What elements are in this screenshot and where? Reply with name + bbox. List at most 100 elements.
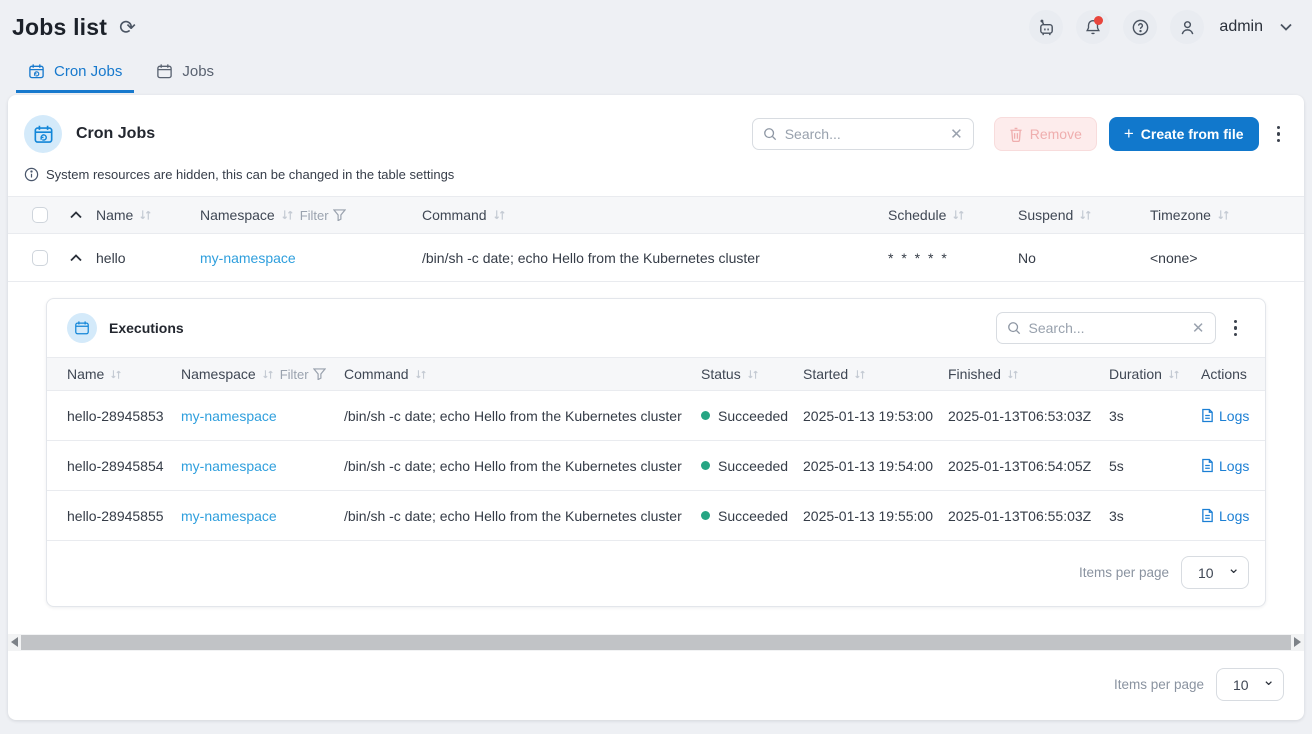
namespace-link[interactable]: my-namespace (200, 250, 296, 266)
namespace-filter[interactable]: Filter (280, 367, 326, 382)
executions-table-header: Name Namespace Filter Command Status (47, 357, 1265, 391)
items-per-page-select-wrap: 10 (1181, 556, 1249, 589)
clear-search-icon[interactable]: ✕ (950, 125, 963, 143)
create-from-file-button[interactable]: + Create from file (1109, 117, 1259, 151)
executions-search-input[interactable] (1029, 320, 1184, 336)
status-text: Succeeded (718, 508, 788, 524)
user-avatar[interactable] (1170, 10, 1204, 44)
namespace-link[interactable]: my-namespace (181, 458, 277, 474)
notice-text: System resources are hidden, this can be… (46, 167, 454, 182)
logs-button[interactable]: Logs (1201, 508, 1265, 524)
panel-title: Cron Jobs (76, 125, 155, 143)
sort-icon (747, 369, 759, 380)
column-header-schedule[interactable]: Schedule (888, 207, 1018, 223)
info-icon (24, 167, 39, 182)
cron-search: ✕ (752, 118, 974, 150)
refresh-icon[interactable]: ⟳ (119, 18, 136, 38)
status-dot (701, 461, 710, 470)
search-icon (1007, 321, 1021, 335)
execution-started: 2025-01-13 19:54:00 (803, 458, 948, 474)
cron-calendar-icon (28, 63, 45, 80)
sort-icon (110, 369, 122, 380)
topbar: Jobs list ⟳ (0, 0, 1312, 46)
tab-label: Jobs (182, 63, 214, 80)
cron-search-input[interactable] (785, 126, 942, 142)
chevron-down-icon[interactable] (1280, 23, 1292, 31)
column-header-name[interactable]: Name (47, 366, 181, 382)
cron-name: hello (96, 250, 200, 266)
clear-search-icon[interactable]: ✕ (1192, 319, 1205, 337)
remove-button[interactable]: Remove (994, 117, 1097, 151)
column-header-status[interactable]: Status (701, 366, 803, 382)
namespace-filter[interactable]: Filter (300, 208, 346, 223)
user-name[interactable]: admin (1219, 18, 1263, 36)
items-per-page-label: Items per page (1114, 677, 1204, 692)
execution-duration: 3s (1109, 508, 1201, 524)
items-per-page-select[interactable]: 10 (1181, 556, 1249, 589)
cron-job-row: hello my-namespace /bin/sh -c date; echo… (8, 234, 1304, 282)
execution-name: hello-28945854 (47, 458, 181, 474)
column-header-command[interactable]: Command (422, 207, 888, 223)
tab-jobs[interactable]: Jobs (144, 54, 226, 93)
sort-icon (1168, 369, 1180, 380)
cron-schedule: * * * * * (888, 250, 1018, 266)
scrollbar-thumb[interactable] (21, 635, 1291, 650)
tab-cron-jobs[interactable]: Cron Jobs (16, 54, 134, 93)
panel-menu-button[interactable] (1269, 120, 1289, 149)
system-resources-notice: System resources are hidden, this can be… (8, 167, 1304, 196)
sort-icon (854, 369, 866, 380)
funnel-icon (313, 368, 326, 380)
expanded-row-section: Executions ✕ Name Namespace (8, 282, 1304, 607)
executions-menu-button[interactable] (1226, 314, 1246, 343)
trash-icon (1009, 127, 1023, 142)
execution-started: 2025-01-13 19:55:00 (803, 508, 948, 524)
tab-label: Cron Jobs (54, 63, 122, 80)
row-checkbox[interactable] (32, 250, 48, 266)
create-label: Create from file (1141, 126, 1244, 142)
column-header-namespace[interactable]: Namespace Filter (181, 366, 344, 382)
status-dot (701, 411, 710, 420)
tab-bar: Cron Jobs Jobs (0, 54, 1312, 93)
column-header-duration[interactable]: Duration (1109, 366, 1201, 382)
column-header-suspend[interactable]: Suspend (1018, 207, 1150, 223)
person-icon (1178, 18, 1197, 37)
notifications-button[interactable] (1076, 10, 1110, 44)
scrollbar-left-arrow[interactable] (11, 637, 18, 647)
execution-name: hello-28945853 (47, 408, 181, 424)
search-icon (763, 127, 777, 141)
items-per-page-select[interactable]: 10 (1216, 668, 1284, 701)
scrollbar-right-arrow[interactable] (1294, 637, 1301, 647)
collapse-all-chevron[interactable] (56, 211, 96, 219)
collapse-row-chevron[interactable] (56, 254, 96, 262)
column-header-name[interactable]: Name (96, 207, 200, 223)
namespace-link[interactable]: my-namespace (181, 508, 277, 524)
remove-label: Remove (1030, 126, 1082, 142)
column-header-started[interactable]: Started (803, 366, 948, 382)
execution-finished: 2025-01-13T06:55:03Z (948, 508, 1109, 524)
executions-panel: Executions ✕ Name Namespace (46, 298, 1266, 607)
execution-row: hello-28945855 my-namespace /bin/sh -c d… (47, 491, 1265, 541)
column-header-timezone[interactable]: Timezone (1150, 207, 1304, 223)
execution-duration: 5s (1109, 458, 1201, 474)
sort-icon (262, 369, 274, 380)
sort-icon (1217, 209, 1230, 221)
execution-started: 2025-01-13 19:53:00 (803, 408, 948, 424)
execution-command: /bin/sh -c date; echo Hello from the Kub… (344, 458, 701, 474)
column-header-finished[interactable]: Finished (948, 366, 1109, 382)
column-header-namespace[interactable]: Namespace Filter (200, 207, 422, 223)
calendar-icon (156, 63, 173, 80)
document-icon (1201, 408, 1214, 423)
logs-button[interactable]: Logs (1201, 408, 1265, 424)
assistant-button[interactable] (1029, 10, 1063, 44)
cron-table-header: Name Namespace Filter Command Schedule S… (8, 196, 1304, 234)
help-button[interactable] (1123, 10, 1157, 44)
column-header-command[interactable]: Command (344, 366, 701, 382)
sort-icon (281, 209, 294, 221)
logs-button[interactable]: Logs (1201, 458, 1265, 474)
cron-jobs-panel-icon (24, 115, 62, 153)
select-all-checkbox[interactable] (32, 207, 48, 223)
namespace-link[interactable]: my-namespace (181, 408, 277, 424)
execution-duration: 3s (1109, 408, 1201, 424)
cron-suspend: No (1018, 250, 1150, 266)
cron-command: /bin/sh -c date; echo Hello from the Kub… (422, 250, 888, 266)
